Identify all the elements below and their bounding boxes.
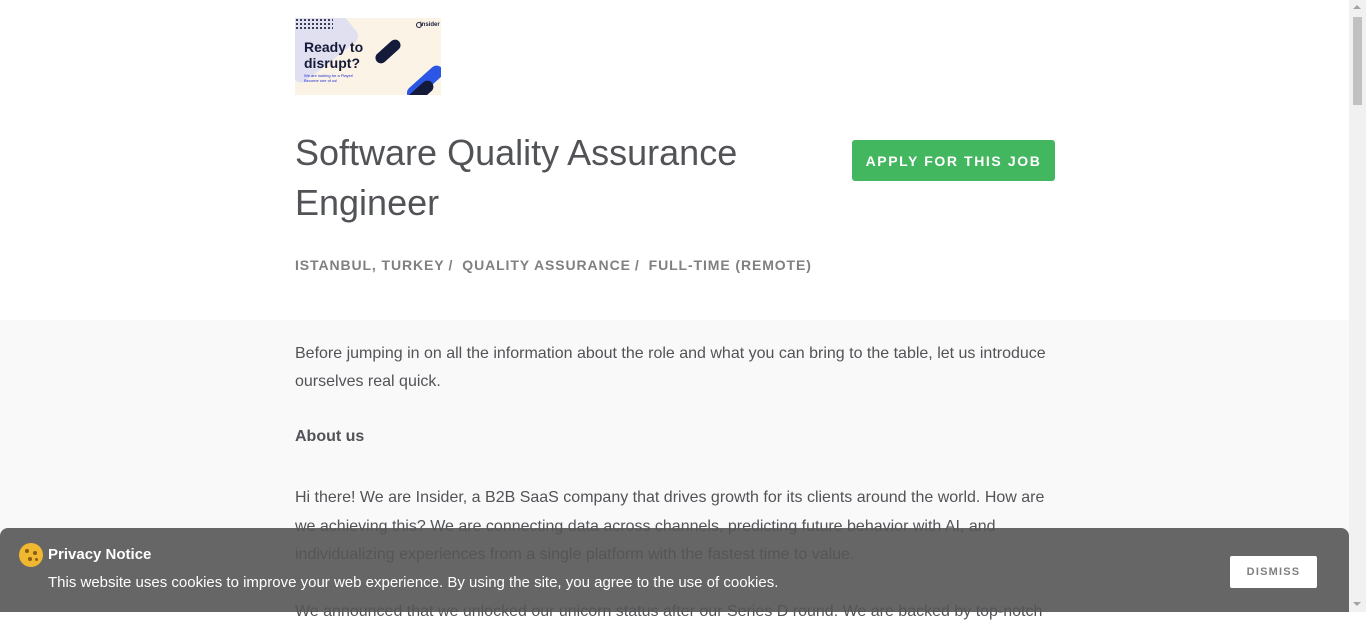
category-team: QUALITY ASSURANCE (462, 257, 631, 273)
logo-tagline-line: Ready to (304, 39, 364, 55)
scrollbar-thumb[interactable] (1353, 17, 1362, 105)
page-scrollbar[interactable] (1349, 0, 1366, 612)
cookie-banner: Privacy Notice This website uses cookies… (0, 528, 1349, 612)
company-logo[interactable]: insider Ready to disrupt? We are looking… (295, 18, 441, 95)
category-commitment: FULL-TIME (REMOTE) (648, 257, 812, 273)
scroll-up-icon[interactable] (1353, 5, 1361, 9)
logo-small-text: We are looking for a Player! Become one … (304, 73, 353, 83)
category-separator: / (634, 257, 640, 273)
job-title: Software Quality Assurance Engineer (295, 132, 738, 223)
intro-paragraph: Before jumping in on all the information… (295, 345, 1046, 390)
posting-categories: ISTANBUL, TURKEY / QUALITY ASSURANCE / F… (295, 256, 812, 274)
category-location: ISTANBUL, TURKEY (295, 257, 445, 273)
logo-brand: insider (420, 22, 440, 28)
logo-small-line: Become one of us! (304, 78, 338, 83)
logo-pill (373, 37, 403, 66)
cookie-icon (19, 543, 43, 567)
scroll-down-icon[interactable] (1353, 602, 1361, 606)
cookie-title: Privacy Notice (48, 546, 152, 563)
about-heading: About us (295, 428, 365, 445)
apply-button[interactable]: APPLY FOR THIS JOB (852, 140, 1055, 181)
logo-tagline: Ready to disrupt? (304, 39, 363, 71)
category-separator: / (448, 257, 454, 273)
dismiss-button[interactable]: DISMISS (1230, 556, 1317, 588)
logo-tagline-line: disrupt? (304, 55, 360, 71)
cookie-text: This website uses cookies to improve you… (48, 574, 779, 591)
posting-header: insider Ready to disrupt? We are looking… (0, 0, 1349, 320)
logo-dots (295, 18, 333, 30)
